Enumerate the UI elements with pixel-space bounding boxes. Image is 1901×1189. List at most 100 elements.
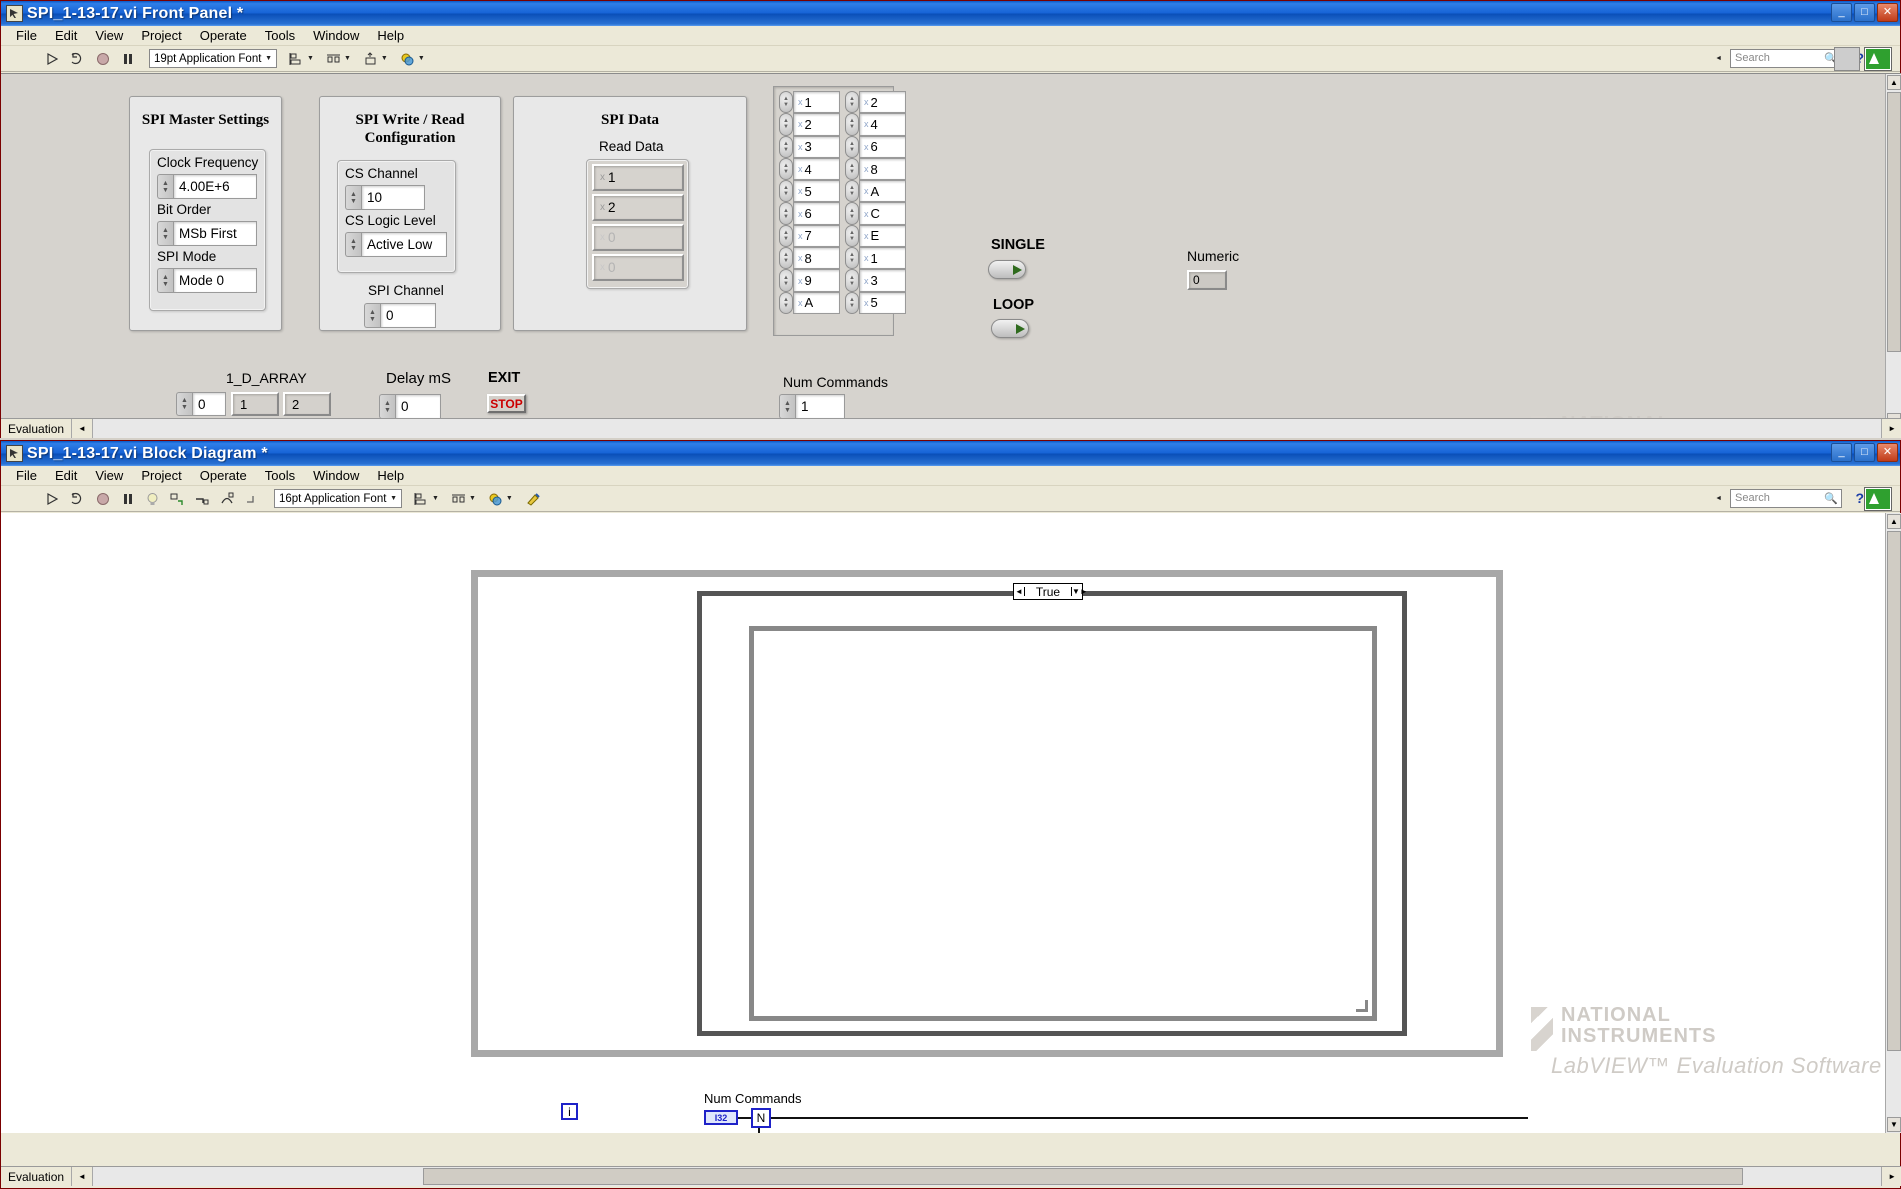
commands-cell-stepper[interactable]: ▲ ▼ xyxy=(779,157,793,181)
menu-item-project[interactable]: Project xyxy=(132,26,190,45)
toolbar-overflow-icon[interactable]: ◄ xyxy=(1715,495,1722,502)
bd-menu-item-tools[interactable]: Tools xyxy=(256,466,304,485)
commands-cell-value[interactable]: xE xyxy=(859,224,906,248)
bd-menu-item-operate[interactable]: Operate xyxy=(191,466,256,485)
num-commands-stepper[interactable]: ▲ ▼ xyxy=(779,394,795,419)
commands-cell-value[interactable]: xA xyxy=(859,180,906,203)
commands-cell-stepper[interactable]: ▲ ▼ xyxy=(779,202,793,225)
close-button[interactable]: ✕ xyxy=(1877,443,1898,462)
pause-icon[interactable] xyxy=(118,49,137,68)
cs-logic-level-stepper[interactable]: ▲ ▼ xyxy=(345,232,361,257)
commands-cell-value[interactable]: x5 xyxy=(793,180,840,203)
bd-vscroll-thumb[interactable] xyxy=(1887,531,1901,1051)
commands-array[interactable]: ▲ ▼ x 1 ▲ ▼ x 2 ▲ ▼ x 2 ▲ ▼ x 4 ▲ ▼ x 3 ▲ ▼ x 6 ▲ ▼ x 4 ▲ ▼ x 8 ▲ ▼ x 5 ▲ ▼ x A… xyxy=(773,86,906,336)
spi-mode-value[interactable]: Mode 0 xyxy=(173,268,257,293)
menu-item-view[interactable]: View xyxy=(86,26,132,45)
menu-item-help[interactable]: Help xyxy=(368,26,413,45)
case-next-arrow-icon[interactable]: ▼► xyxy=(1071,587,1088,596)
close-button[interactable]: ✕ xyxy=(1877,3,1898,22)
commands-cell-stepper[interactable]: ▲ ▼ xyxy=(845,247,859,270)
commands-cell-stepper[interactable]: ▲ ▼ xyxy=(845,180,859,203)
bd-menu-item-edit[interactable]: Edit xyxy=(46,466,86,485)
case-selector[interactable]: ◄ True ▼► xyxy=(1013,583,1088,600)
read-data-cell[interactable]: x 2 xyxy=(592,194,684,221)
align-objects-icon[interactable] xyxy=(287,49,306,68)
read-data-cell[interactable]: x 1 xyxy=(592,164,684,191)
for-loop-resize-corner[interactable] xyxy=(1356,1000,1368,1012)
align-objects-group[interactable]: ▼ xyxy=(287,49,314,68)
minimize-button[interactable]: _ xyxy=(1831,3,1852,22)
toolbar-overflow-icon[interactable]: ◄ xyxy=(1715,55,1722,62)
reorder-icon[interactable] xyxy=(398,49,417,68)
hscroll-left-arrow-icon[interactable]: ◄ xyxy=(72,1167,93,1186)
clock-frequency-value[interactable]: 4.00E+6 xyxy=(173,174,257,199)
minimize-button[interactable]: _ xyxy=(1831,443,1852,462)
abort-execution-icon[interactable] xyxy=(93,489,112,508)
font-selector[interactable]: 19pt Application Font ▼ xyxy=(149,49,277,68)
run-continuously-icon[interactable] xyxy=(68,49,87,68)
num-commands-value[interactable]: 1 xyxy=(795,394,845,419)
commands-cell-stepper[interactable]: ▲ ▼ xyxy=(845,91,859,114)
commands-array-cell[interactable]: ▲ ▼ x 5 xyxy=(845,291,906,314)
run-continuously-icon[interactable] xyxy=(68,489,87,508)
commands-cell-stepper[interactable]: ▲ ▼ xyxy=(779,113,793,136)
bit-order-control[interactable]: ▲ ▼ MSb First xyxy=(157,221,257,246)
delay-ms-value[interactable]: 0 xyxy=(395,394,441,419)
single-switch[interactable] xyxy=(988,260,1026,279)
commands-cell-stepper[interactable]: ▲ ▼ xyxy=(845,157,859,181)
read-data-cell[interactable]: x 0 xyxy=(592,254,684,281)
reorder-group[interactable]: ▼ xyxy=(398,49,425,68)
maximize-button[interactable]: □ xyxy=(1854,443,1875,462)
bd-hscroll-thumb[interactable] xyxy=(422,1168,1743,1185)
menu-item-edit[interactable]: Edit xyxy=(46,26,86,45)
bd-reorder-group[interactable]: ▼ xyxy=(486,489,513,508)
one-d-array-index[interactable]: ▲ ▼ 0 xyxy=(176,392,226,416)
commands-cell-stepper[interactable]: ▲ ▼ xyxy=(845,113,859,136)
panel-grid-icon[interactable] xyxy=(1834,47,1860,71)
commands-cell-stepper[interactable]: ▲ ▼ xyxy=(845,224,859,248)
commands-cell-value[interactable]: x7 xyxy=(793,224,840,248)
case-prev-arrow-icon[interactable]: ◄ xyxy=(1014,587,1025,596)
distribute-objects-icon[interactable] xyxy=(324,49,343,68)
commands-array-cell[interactable]: ▲ ▼ x 2 xyxy=(779,113,840,136)
front-panel-vscrollbar[interactable]: ▲ ▼ xyxy=(1885,74,1901,428)
spi-mode-control[interactable]: ▲ ▼ Mode 0 xyxy=(157,268,257,293)
commands-array-cell[interactable]: ▲ ▼ x 1 xyxy=(845,247,906,270)
bd-hscrollbar[interactable] xyxy=(92,1167,1883,1186)
distribute-objects-icon[interactable] xyxy=(449,489,468,508)
bd-menu-item-window[interactable]: Window xyxy=(304,466,368,485)
one-d-array-index-value[interactable]: 0 xyxy=(192,392,226,416)
run-arrow-icon[interactable] xyxy=(43,49,62,68)
cs-channel-value[interactable]: 10 xyxy=(361,185,425,210)
bd-menu-item-project[interactable]: Project xyxy=(132,466,190,485)
hscroll-right-arrow-icon[interactable]: ► xyxy=(1882,419,1901,438)
commands-cell-value[interactable]: x1 xyxy=(859,247,906,270)
loop-switch[interactable] xyxy=(991,319,1029,338)
front-panel-hscrollbar[interactable] xyxy=(92,419,1883,438)
scroll-up-arrow-icon[interactable]: ▲ xyxy=(1887,514,1901,529)
bd-distribute-objects-group[interactable]: ▼ xyxy=(449,489,476,508)
commands-cell-stepper[interactable]: ▲ ▼ xyxy=(845,269,859,292)
commands-cell-value[interactable]: x8 xyxy=(793,247,840,270)
commands-array-cell[interactable]: ▲ ▼ x 1 xyxy=(779,91,840,114)
commands-cell-value[interactable]: x3 xyxy=(793,135,840,158)
commands-cell-value[interactable]: x6 xyxy=(859,135,906,158)
cs-channel-stepper[interactable]: ▲ ▼ xyxy=(345,185,361,210)
maximize-button[interactable]: □ xyxy=(1854,3,1875,22)
menu-item-window[interactable]: Window xyxy=(304,26,368,45)
commands-array-cell[interactable]: ▲ ▼ x 8 xyxy=(845,157,906,181)
step-into-icon[interactable] xyxy=(193,489,212,508)
bd-menu-item-view[interactable]: View xyxy=(86,466,132,485)
commands-array-cell[interactable]: ▲ ▼ x 6 xyxy=(779,202,840,225)
commands-array-cell[interactable]: ▲ ▼ x 7 xyxy=(779,224,840,248)
cs-logic-level-value[interactable]: Active Low xyxy=(361,232,447,257)
resize-objects-icon[interactable] xyxy=(361,49,380,68)
commands-cell-value[interactable]: x2 xyxy=(859,91,906,114)
abort-execution-icon[interactable] xyxy=(93,49,112,68)
commands-cell-value[interactable]: x8 xyxy=(859,157,906,181)
commands-cell-stepper[interactable]: ▲ ▼ xyxy=(845,135,859,158)
hscroll-left-arrow-icon[interactable]: ◄ xyxy=(72,419,93,438)
commands-array-cell[interactable]: ▲ ▼ x A xyxy=(779,291,840,314)
bit-order-value[interactable]: MSb First xyxy=(173,221,257,246)
clock-frequency-stepper[interactable]: ▲ ▼ xyxy=(157,174,173,199)
